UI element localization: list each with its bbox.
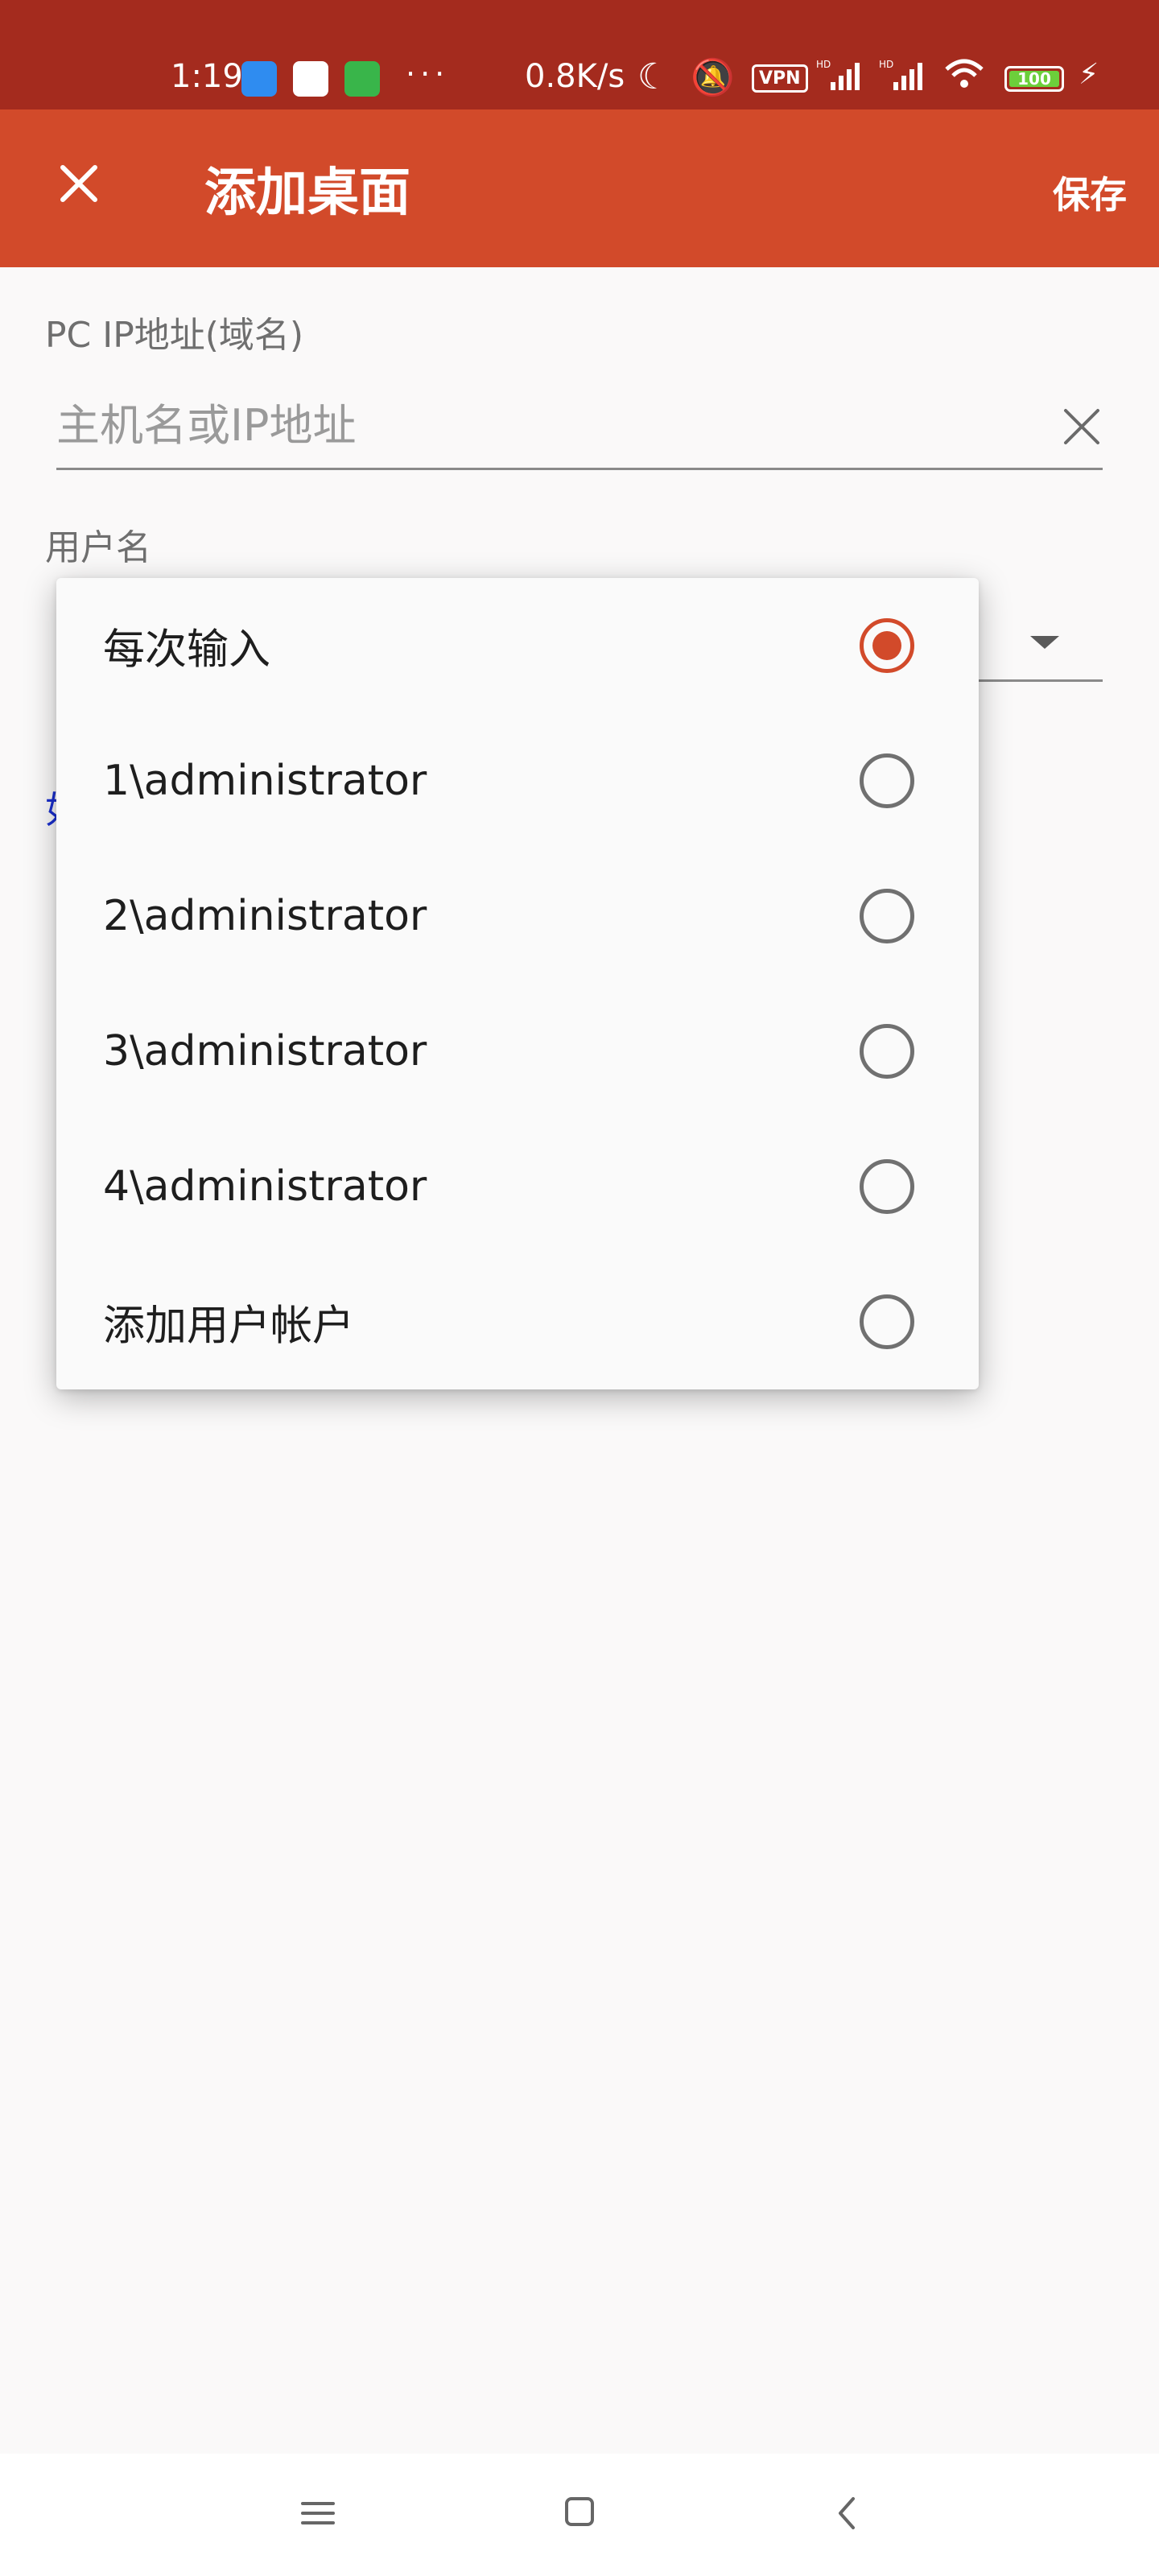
mail-app-icon <box>293 61 328 97</box>
muted-bell-icon: 🔕 <box>691 57 735 98</box>
option-label: 4\administrator <box>103 1162 427 1211</box>
username-field-label: 用户名 <box>45 527 151 568</box>
status-bar: 1:19 ··· 0.8K/s ☾ 🔕 VPN HD HD 100 ⚡ <box>0 0 1159 109</box>
signal-hd-label: HD <box>816 59 831 70</box>
dropdown-arrow-icon[interactable] <box>1030 636 1059 649</box>
option-label: 添加用户帐户 <box>103 1302 355 1351</box>
signal-hd-label: HD <box>879 59 893 70</box>
do-not-disturb-icon: ☾ <box>637 56 670 97</box>
radio-unselected-icon[interactable] <box>860 889 914 943</box>
app-bar: 添加桌面 保存 <box>0 109 1159 267</box>
radio-unselected-icon[interactable] <box>860 1294 914 1349</box>
clear-input-icon[interactable] <box>1059 404 1104 449</box>
radio-unselected-icon[interactable] <box>860 1159 914 1214</box>
wechat-app-icon <box>344 61 380 97</box>
close-icon[interactable] <box>50 155 108 213</box>
home-icon[interactable] <box>565 2497 594 2526</box>
option-label: 每次输入 <box>103 625 271 675</box>
option-label: 3\administrator <box>103 1027 427 1075</box>
status-time: 1:19 <box>171 58 243 95</box>
more-notifications-icon: ··· <box>406 56 450 92</box>
menu-option[interactable]: 3\administrator <box>56 984 979 1119</box>
username-dropdown-menu: 每次输入 1\administrator 2\administrator 3\a… <box>56 578 979 1389</box>
option-label: 1\administrator <box>103 757 427 805</box>
vpn-badge: VPN <box>752 64 808 93</box>
page-title: 添加桌面 <box>204 163 410 223</box>
menu-option[interactable]: 每次输入 <box>56 578 979 713</box>
back-icon[interactable] <box>834 2496 858 2531</box>
menu-option[interactable]: 添加用户帐户 <box>56 1254 979 1389</box>
system-nav-bar <box>0 2454 1159 2576</box>
signal-icon: HD <box>816 58 864 101</box>
save-button[interactable]: 保存 <box>1053 166 1127 219</box>
signal-icon: HD <box>879 58 927 101</box>
menu-icon[interactable] <box>299 2499 336 2528</box>
browser-app-icon <box>241 61 277 97</box>
charging-icon: ⚡ <box>1079 58 1099 91</box>
battery-level: 100 <box>1009 71 1059 87</box>
menu-option[interactable]: 1\administrator <box>56 713 979 848</box>
host-input[interactable] <box>56 383 1103 470</box>
wifi-icon <box>943 56 985 100</box>
battery-icon: 100 <box>1004 66 1064 92</box>
radio-unselected-icon[interactable] <box>860 1024 914 1079</box>
menu-option[interactable]: 2\administrator <box>56 848 979 984</box>
option-label: 2\administrator <box>103 892 427 940</box>
radio-selected-icon[interactable] <box>860 618 914 673</box>
network-speed: 0.8K/s <box>525 58 625 95</box>
menu-option[interactable]: 4\administrator <box>56 1119 979 1254</box>
radio-unselected-icon[interactable] <box>860 753 914 808</box>
host-field-label: PC IP地址(域名) <box>45 315 304 356</box>
